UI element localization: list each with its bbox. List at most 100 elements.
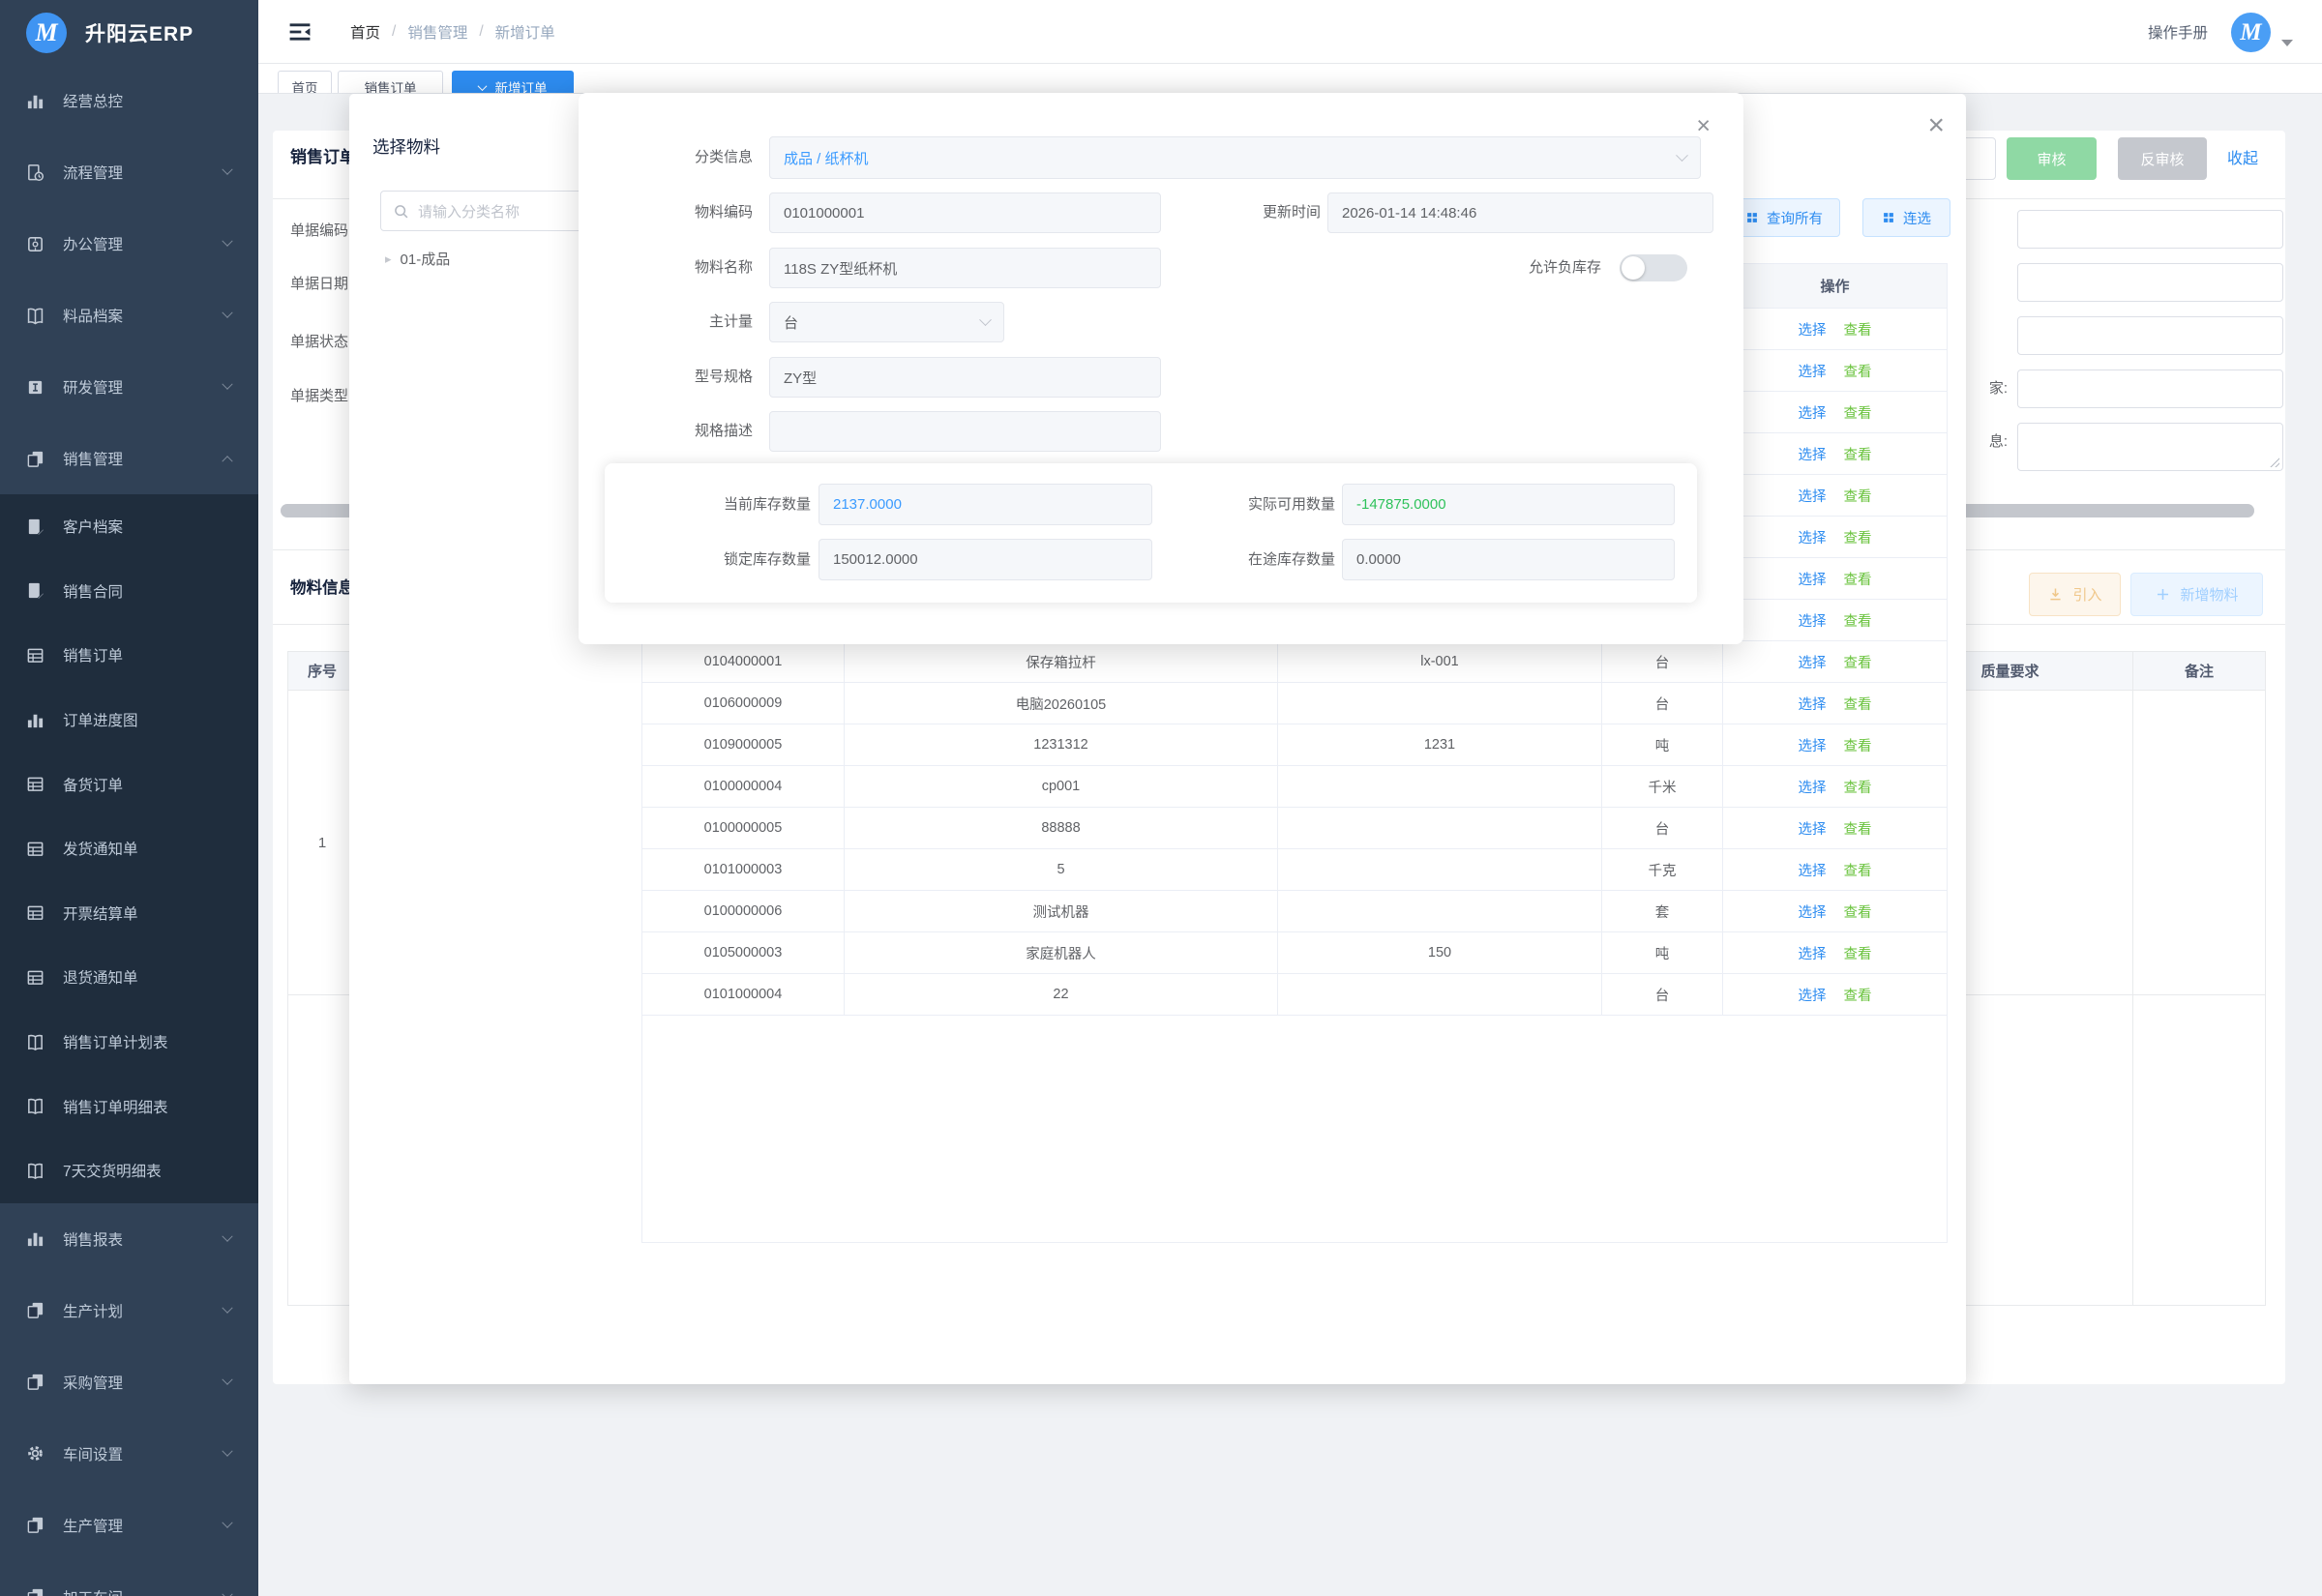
select-link[interactable]: 选择 [1799, 610, 1827, 631]
sidebar-fold-icon[interactable] [287, 19, 313, 44]
picker-table-row[interactable]: 0105000003家庭机器人150吨选择查看 [642, 932, 1947, 974]
select-link[interactable]: 选择 [1799, 777, 1827, 797]
breadcrumb-item[interactable]: 新增订单 [495, 21, 555, 43]
view-link[interactable]: 查看 [1844, 860, 1872, 880]
sidebar-subitem-客户档案[interactable]: 客户档案 [0, 494, 258, 559]
available-input[interactable]: -147875.0000 [1342, 484, 1675, 525]
sidebar-subitem-销售订单明细表[interactable]: 销售订单明细表 [0, 1074, 258, 1138]
breadcrumb-item[interactable]: 首页 [350, 21, 380, 43]
picker-table-row[interactable]: 01010000035千克选择查看 [642, 849, 1947, 891]
unit-select[interactable]: 台 [769, 302, 1004, 342]
view-link[interactable]: 查看 [1844, 444, 1872, 464]
select-link[interactable]: 选择 [1799, 444, 1827, 464]
view-link[interactable]: 查看 [1844, 486, 1872, 506]
picker-table-row[interactable]: 010000000588888台选择查看 [642, 808, 1947, 849]
sidebar-subitem-发货通知单[interactable]: 发货通知单 [0, 816, 258, 881]
picker-table-row[interactable]: 010900000512313121231吨选择查看 [642, 724, 1947, 766]
view-link[interactable]: 查看 [1844, 985, 1872, 1005]
right-textarea[interactable] [2017, 423, 2283, 471]
transit-stock-input[interactable]: 0.0000 [1342, 539, 1675, 580]
sidebar-item-料品档案[interactable]: 料品档案 [0, 280, 258, 351]
picker-table-row[interactable]: 0106000009电脑20260105台选择查看 [642, 683, 1947, 724]
sidebar-subitem-订单进度图[interactable]: 订单进度图 [0, 688, 258, 753]
chain-select-button[interactable]: 连选 [1862, 198, 1950, 237]
select-link[interactable]: 选择 [1799, 319, 1827, 340]
view-link[interactable]: 查看 [1844, 319, 1872, 340]
view-link[interactable]: 查看 [1844, 361, 1872, 381]
sidebar-subitem-销售合同[interactable]: 销售合同 [0, 559, 258, 624]
sidebar-item-研发管理[interactable]: 研发管理 [0, 351, 258, 423]
tag-tab-新增订单[interactable]: 新增订单 [452, 71, 574, 94]
sidebar-item-经营总控[interactable]: 经营总控 [0, 65, 258, 136]
manual-link[interactable]: 操作手册 [2148, 0, 2208, 64]
neg-stock-toggle[interactable] [1620, 254, 1687, 281]
sidebar-item-销售管理[interactable]: 销售管理 [0, 423, 258, 494]
right-input-4[interactable] [2017, 369, 2283, 408]
right-input-2[interactable] [2017, 263, 2283, 302]
unaudit-button[interactable]: 反审核 [2118, 137, 2207, 180]
category-select[interactable]: 成品 / 纸杯机 [769, 136, 1701, 179]
spec-input[interactable] [769, 411, 1161, 452]
sidebar-item-流程管理[interactable]: 流程管理 [0, 136, 258, 208]
tag-tab-销售订单[interactable]: 销售订单 [338, 71, 443, 94]
sidebar-subitem-7天交货明细表[interactable]: 7天交货明细表 [0, 1138, 258, 1203]
picker-table-row[interactable]: 0100000004cp001千米选择查看 [642, 766, 1947, 808]
select-link[interactable]: 选择 [1799, 694, 1827, 714]
breadcrumb-item[interactable]: 销售管理 [407, 21, 467, 43]
sidebar-item-生产计划[interactable]: 生产计划 [0, 1275, 258, 1346]
add-material-button[interactable]: 新增物料 [2130, 573, 2263, 616]
code-input[interactable]: 0101000001 [769, 192, 1161, 233]
audit-button[interactable]: 审核 [2007, 137, 2097, 180]
sidebar-item-生产管理[interactable]: 生产管理 [0, 1490, 258, 1561]
select-link[interactable]: 选择 [1799, 569, 1827, 589]
name-input[interactable]: 118S ZY型纸杯机 [769, 248, 1161, 288]
avatar-caret-icon[interactable] [2281, 40, 2293, 52]
right-input-1[interactable] [2017, 210, 2283, 249]
sidebar-item-加工车间[interactable]: 加工车间 [0, 1561, 258, 1596]
query-all-button[interactable]: 查询所有 [1728, 198, 1840, 237]
current-stock-input[interactable]: 2137.0000 [819, 484, 1152, 525]
picker-table-row[interactable]: 0100000006测试机器套选择查看 [642, 891, 1947, 932]
select-link[interactable]: 选择 [1799, 402, 1827, 423]
tree-node-finished-goods[interactable]: ▸ 01-成品 [385, 249, 450, 269]
select-link[interactable]: 选择 [1799, 652, 1827, 672]
sidebar-item-办公管理[interactable]: 办公管理 [0, 208, 258, 280]
select-link[interactable]: 选择 [1799, 361, 1827, 381]
locked-stock-input[interactable]: 150012.0000 [819, 539, 1152, 580]
model-input[interactable]: ZY型 [769, 357, 1161, 398]
import-button[interactable]: 引入 [2029, 573, 2121, 616]
view-link[interactable]: 查看 [1844, 694, 1872, 714]
sidebar-subitem-备货订单[interactable]: 备货订单 [0, 752, 258, 816]
tree-caret-icon[interactable]: ▸ [385, 251, 392, 267]
view-link[interactable]: 查看 [1844, 818, 1872, 839]
select-link[interactable]: 选择 [1799, 735, 1827, 755]
right-input-3[interactable] [2017, 316, 2283, 355]
view-link[interactable]: 查看 [1844, 777, 1872, 797]
view-link[interactable]: 查看 [1844, 527, 1872, 547]
sidebar-subitem-退货通知单[interactable]: 退货通知单 [0, 945, 258, 1010]
select-link[interactable]: 选择 [1799, 527, 1827, 547]
view-link[interactable]: 查看 [1844, 735, 1872, 755]
sidebar-item-采购管理[interactable]: 采购管理 [0, 1346, 258, 1418]
view-link[interactable]: 查看 [1844, 610, 1872, 631]
close-icon[interactable]: × [1696, 114, 1711, 138]
select-link[interactable]: 选择 [1799, 818, 1827, 839]
select-link[interactable]: 选择 [1799, 486, 1827, 506]
view-link[interactable]: 查看 [1844, 901, 1872, 922]
view-link[interactable]: 查看 [1844, 402, 1872, 423]
view-link[interactable]: 查看 [1844, 943, 1872, 963]
view-link[interactable]: 查看 [1844, 652, 1872, 672]
picker-table-row[interactable]: 010100000422台选择查看 [642, 974, 1947, 1016]
updated-input[interactable]: 2026-01-14 14:48:46 [1327, 192, 1713, 233]
close-icon[interactable]: × [1920, 111, 1952, 140]
select-link[interactable]: 选择 [1799, 943, 1827, 963]
sidebar-subitem-开票结算单[interactable]: 开票结算单 [0, 881, 258, 946]
avatar[interactable]: M [2231, 13, 2271, 52]
sidebar-item-销售报表[interactable]: 销售报表 [0, 1203, 258, 1275]
view-link[interactable]: 查看 [1844, 569, 1872, 589]
select-link[interactable]: 选择 [1799, 860, 1827, 880]
select-link[interactable]: 选择 [1799, 985, 1827, 1005]
select-link[interactable]: 选择 [1799, 901, 1827, 922]
collapse-link[interactable]: 收起 [2227, 145, 2258, 168]
sidebar-subitem-销售订单[interactable]: 销售订单 [0, 623, 258, 688]
